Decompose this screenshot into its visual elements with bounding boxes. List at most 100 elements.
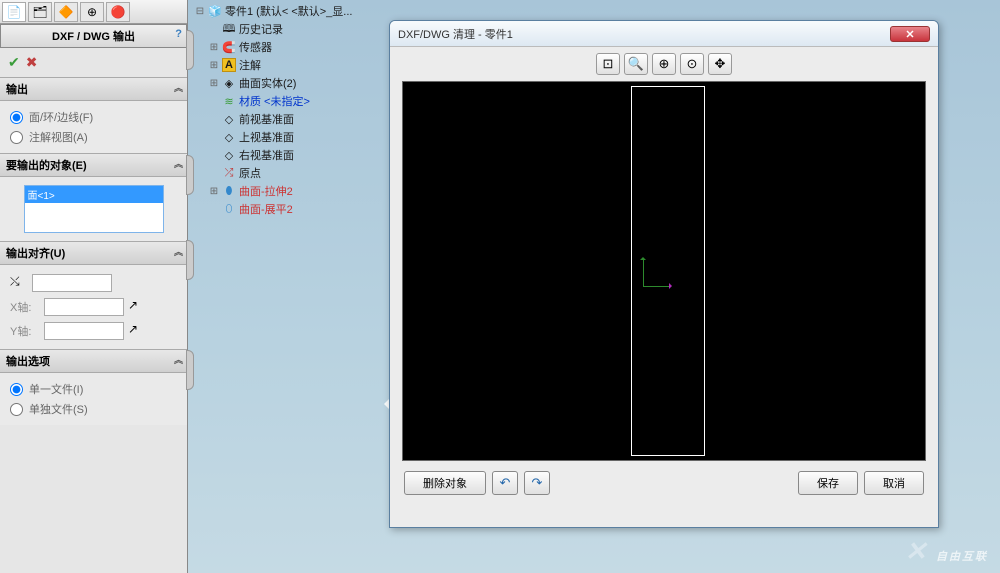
splitter-grip[interactable] <box>186 240 194 280</box>
watermark-text: 自由互联 <box>936 551 988 563</box>
y-axis-icon <box>643 258 644 286</box>
flip-y-icon[interactable]: ↗ <box>128 322 146 340</box>
list-item[interactable]: 面<1> <box>25 186 163 203</box>
confirm-row: ✔ ✖ <box>0 48 187 77</box>
section-output-label: 输出 <box>6 84 28 96</box>
tree-collapse-icon[interactable]: ⊟ <box>195 6 205 17</box>
section-objects-header[interactable]: 要输出的对象(E) ︽ <box>0 153 187 177</box>
delete-object-button[interactable]: 删除对象 <box>404 471 486 495</box>
tab-render-icon[interactable]: 🔴 <box>106 2 130 22</box>
tree-item-front-plane[interactable]: ◇前视基准面 <box>195 110 375 128</box>
radio-face-input[interactable] <box>10 111 23 124</box>
tree-item-right-plane[interactable]: ◇右视基准面 <box>195 146 375 164</box>
radio-multi-file[interactable]: 单独文件(S) <box>10 399 177 419</box>
x-axis-input[interactable] <box>44 298 124 316</box>
tree-item-history[interactable]: 🕮历史记录 <box>195 20 375 38</box>
history-icon: 🕮 <box>222 22 236 36</box>
tree-item-origin[interactable]: ⤮原点 <box>195 164 375 182</box>
collapse-icon[interactable]: ︽ <box>174 245 183 258</box>
tree-item-extrude[interactable]: ⊞⬮曲面-拉伸2 <box>195 182 375 200</box>
section-output-header[interactable]: 输出 ︽ <box>0 77 187 101</box>
section-output-body: 面/环/边线(F) 注解视图(A) <box>0 101 187 153</box>
section-align-header[interactable]: 输出对齐(U) ︽ <box>0 241 187 265</box>
tree-item-annotations[interactable]: ⊞A注解 <box>195 56 375 74</box>
x-axis-icon <box>643 286 671 287</box>
plane-icon: ◇ <box>222 112 236 126</box>
tree-item-surfaces[interactable]: ⊞◈曲面实体(2) <box>195 74 375 92</box>
radio-annotation[interactable]: 注解视图(A) <box>10 127 177 147</box>
section-align-body: ⤯ X轴: ↗ Y轴: ↗ <box>0 265 187 349</box>
plane-icon: ◇ <box>222 130 236 144</box>
section-objects-label: 要输出的对象(E) <box>6 160 87 172</box>
close-button[interactable] <box>890 26 930 42</box>
watermark: ✕ 自由互联 <box>905 536 988 567</box>
tab-feature-icon[interactable]: 📄 <box>2 2 26 22</box>
tab-config-icon[interactable]: 🗂 <box>28 2 52 22</box>
section-options-header[interactable]: 输出选项 ︽ <box>0 349 187 373</box>
tree-item-sensors[interactable]: ⊞🧲传感器 <box>195 38 375 56</box>
objects-listbox[interactable]: 面<1> <box>24 185 164 233</box>
zoom-in-button[interactable]: ⊕ <box>652 53 676 75</box>
extrude-icon: ⬮ <box>222 184 236 198</box>
dialog-footer: 删除对象 ↶ ↷ 保存 取消 <box>390 461 938 505</box>
radio-single-file[interactable]: 单一文件(I) <box>10 379 177 399</box>
panel-title-text: DXF / DWG 输出 <box>52 31 135 43</box>
dialog-titlebar[interactable]: DXF/DWG 清理 - 零件1 <box>390 21 938 47</box>
radio-face-loop[interactable]: 面/环/边线(F) <box>10 107 177 127</box>
flip-x-icon[interactable]: ↗ <box>128 298 146 316</box>
property-panel: 📄 🗂 🔶 ⊕ 🔴 DXF / DWG 输出 ? ✔ ✖ 输出 ︽ 面/环/边线… <box>0 0 188 573</box>
dialog-title-text: DXF/DWG 清理 - 零件1 <box>398 26 513 42</box>
feature-tree: ⊟🧊零件1 (默认< <默认>_显... 🕮历史记录 ⊞🧲传感器 ⊞A注解 ⊞◈… <box>195 2 375 218</box>
panel-tab-bar: 📄 🗂 🔶 ⊕ 🔴 <box>0 0 187 24</box>
tree-expand-icon[interactable]: ⊞ <box>209 186 219 197</box>
radio-multi-input[interactable] <box>10 403 23 416</box>
tree-item-top-plane[interactable]: ◇上视基准面 <box>195 128 375 146</box>
splitter-grip[interactable] <box>186 350 194 390</box>
radio-annot-input[interactable] <box>10 131 23 144</box>
tree-expand-icon[interactable]: ⊞ <box>209 78 219 89</box>
panel-title: DXF / DWG 输出 ? <box>0 24 187 48</box>
origin-icon: ⤮ <box>222 166 236 180</box>
origin-icon[interactable]: ⤯ <box>10 274 28 292</box>
tab-appearance-icon[interactable]: ⊕ <box>80 2 104 22</box>
collapse-icon[interactable]: ︽ <box>174 81 183 94</box>
watermark-icon: ✕ <box>905 536 929 566</box>
part-icon: 🧊 <box>208 4 222 18</box>
pan-button[interactable]: ✥ <box>708 53 732 75</box>
help-icon[interactable]: ? <box>175 28 182 40</box>
plane-icon: ◇ <box>222 148 236 162</box>
zoom-fit-button[interactable]: ⊡ <box>596 53 620 75</box>
radio-single-input[interactable] <box>10 383 23 396</box>
collapse-icon[interactable]: ︽ <box>174 157 183 170</box>
origin-input[interactable] <box>32 274 112 292</box>
y-axis-input[interactable] <box>44 322 124 340</box>
drawing-viewport[interactable] <box>402 81 926 461</box>
section-objects-body: 面<1> <box>0 177 187 241</box>
surface-body-icon: ◈ <box>222 76 236 90</box>
close-icon <box>906 30 914 38</box>
save-button[interactable]: 保存 <box>798 471 858 495</box>
ok-icon[interactable]: ✔ <box>8 54 20 71</box>
undo-button[interactable]: ↶ <box>492 471 518 495</box>
tab-display-icon[interactable]: 🔶 <box>54 2 78 22</box>
zoom-select-button[interactable]: ⊙ <box>680 53 704 75</box>
section-options-label: 输出选项 <box>6 356 50 368</box>
tree-item-flatten[interactable]: ⬯曲面-展平2 <box>195 200 375 218</box>
tree-expand-icon[interactable]: ⊞ <box>209 42 219 53</box>
cancel-icon[interactable]: ✖ <box>26 54 38 71</box>
tree-item-material[interactable]: ≋材质 <未指定> <box>195 92 375 110</box>
splitter-grip[interactable] <box>186 30 194 70</box>
view-toolbar: ⊡ 🔍 ⊕ ⊙ ✥ <box>390 47 938 81</box>
splitter-grip[interactable] <box>186 155 194 195</box>
x-axis-label: X轴: <box>10 299 40 315</box>
tree-expand-icon[interactable]: ⊞ <box>209 60 219 71</box>
redo-button[interactable]: ↷ <box>524 471 550 495</box>
zoom-area-button[interactable]: 🔍 <box>624 53 648 75</box>
tree-root[interactable]: ⊟🧊零件1 (默认< <默认>_显... <box>195 2 375 20</box>
collapse-icon[interactable]: ︽ <box>174 353 183 366</box>
section-align-label: 输出对齐(U) <box>6 248 65 260</box>
y-axis-label: Y轴: <box>10 323 40 339</box>
cancel-button[interactable]: 取消 <box>864 471 924 495</box>
annotation-icon: A <box>222 58 236 72</box>
section-options-body: 单一文件(I) 单独文件(S) <box>0 373 187 425</box>
